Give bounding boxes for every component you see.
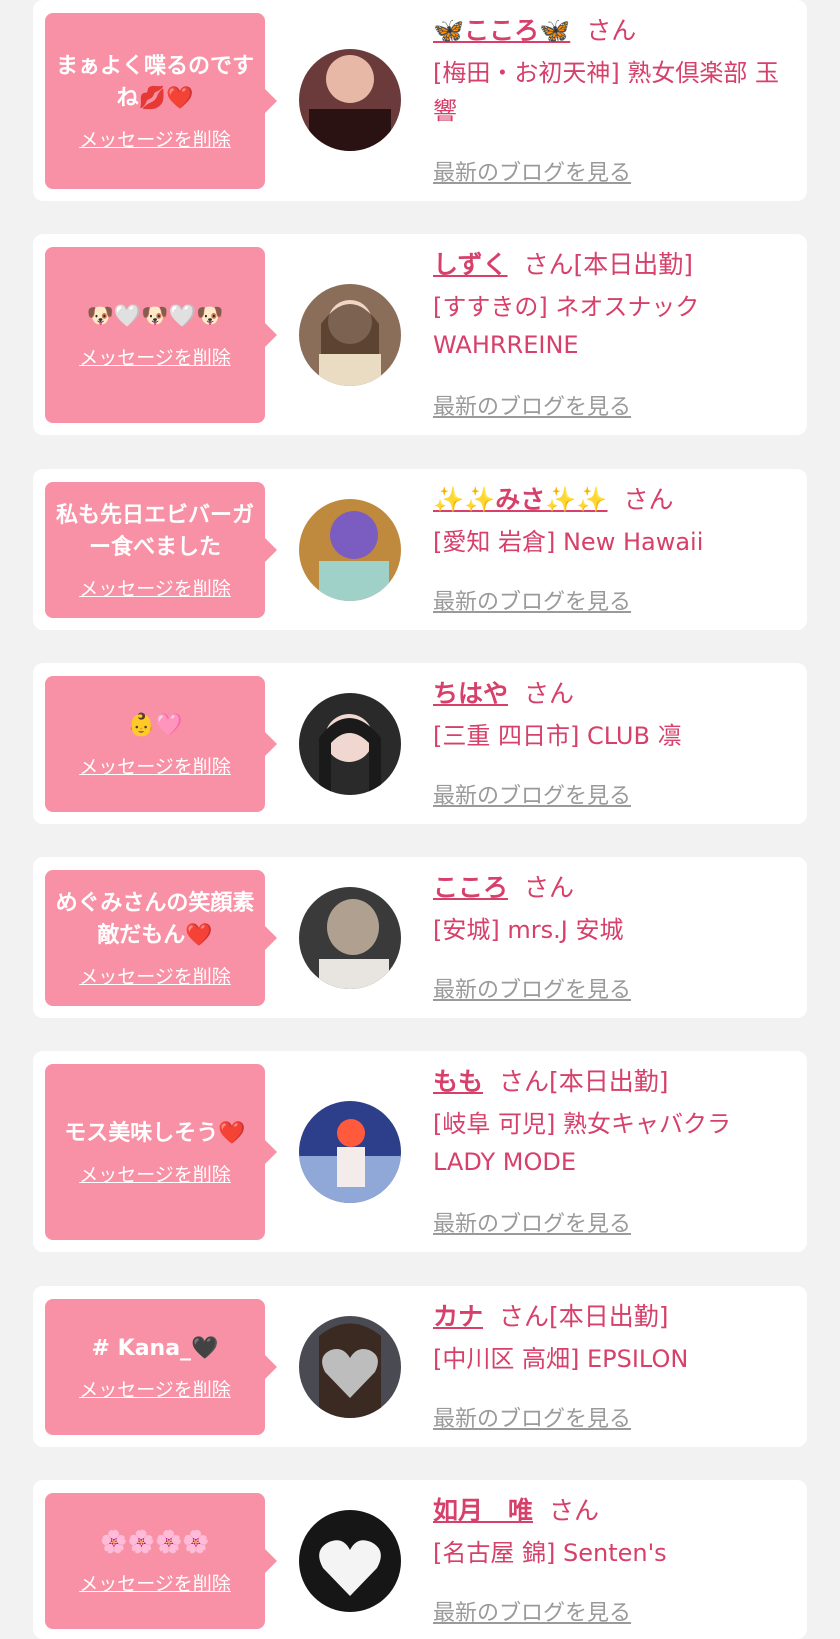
delete-message-link[interactable]: メッセージを削除 bbox=[79, 125, 231, 152]
latest-blog-link[interactable]: 最新のブログを見る bbox=[433, 584, 631, 616]
message-bubble: 🐶🤍🐶🤍🐶 メッセージを削除 bbox=[45, 247, 277, 423]
honorific: さん bbox=[549, 1496, 600, 1525]
shop-info: [名古屋 錦] Senten's bbox=[433, 1539, 667, 1567]
message-bubble: まぁよく喋るのですね💋❤️ メッセージを削除 bbox=[45, 13, 277, 189]
honorific: さん bbox=[524, 679, 575, 708]
shop-info: [中川区 高畑] EPSILON bbox=[433, 1345, 689, 1373]
message-text: まぁよく喋るのですね💋❤️ bbox=[55, 53, 254, 111]
status-badge: [本日出勤] bbox=[549, 1067, 669, 1096]
shop-info: [すすきの] ネオスナック WAHRREINE bbox=[433, 293, 700, 359]
message-card: # Kana_🖤 メッセージを削除 カナ さん[本日出勤] [中川区 高畑] EP… bbox=[33, 1286, 807, 1447]
message-bubble: モス美味しそう❤️ メッセージを削除 bbox=[45, 1064, 277, 1240]
shop-info: [愛知 岩倉] New Hawaii bbox=[433, 528, 704, 556]
message-bubble: 私も先日エビバーガー食べました メッセージを削除 bbox=[45, 482, 277, 618]
avatar[interactable] bbox=[299, 1316, 401, 1418]
message-bubble: 🌸🌸🌸🌸 メッセージを削除 bbox=[45, 1493, 277, 1629]
message-text: 🌸🌸🌸🌸 bbox=[100, 1529, 210, 1555]
user-name-link[interactable]: ✨✨みさ✨✨ bbox=[433, 485, 608, 514]
avatar[interactable] bbox=[299, 499, 401, 601]
latest-blog-link[interactable]: 最新のブログを見る bbox=[433, 155, 631, 187]
avatar[interactable] bbox=[299, 1510, 401, 1612]
avatar[interactable] bbox=[299, 284, 401, 386]
user-name-link[interactable]: ちはや bbox=[433, 679, 508, 708]
honorific: さん bbox=[523, 250, 574, 279]
delete-message-link[interactable]: メッセージを削除 bbox=[79, 962, 231, 989]
status-badge: [本日出勤] bbox=[573, 250, 694, 279]
message-bubble: # Kana_🖤 メッセージを削除 bbox=[45, 1299, 277, 1435]
latest-blog-link[interactable]: 最新のブログを見る bbox=[433, 972, 631, 1004]
message-card: 私も先日エビバーガー食べました メッセージを削除 ✨✨みさ✨✨ さん [愛知 岩倉… bbox=[33, 469, 807, 630]
status-badge: [本日出勤] bbox=[549, 1302, 669, 1331]
delete-message-link[interactable]: メッセージを削除 bbox=[79, 752, 231, 779]
message-bubble: 👶🩷 メッセージを削除 bbox=[45, 676, 277, 812]
honorific: さん bbox=[586, 16, 637, 45]
honorific: さん bbox=[623, 485, 674, 514]
avatar[interactable] bbox=[299, 49, 401, 151]
latest-blog-link[interactable]: 最新のブログを見る bbox=[433, 778, 631, 810]
delete-message-link[interactable]: メッセージを削除 bbox=[79, 1375, 231, 1402]
message-card: 🐶🤍🐶🤍🐶 メッセージを削除 しずく さん[本日出勤] [すすきの] ネオスナック… bbox=[33, 234, 807, 435]
message-card: 🌸🌸🌸🌸 メッセージを削除 如月 唯さん [名古屋 錦] Senten's 最新… bbox=[33, 1480, 807, 1639]
latest-blog-link[interactable]: 最新のブログを見る bbox=[433, 1206, 631, 1238]
delete-message-link[interactable]: メッセージを削除 bbox=[79, 1569, 231, 1596]
user-name-link[interactable]: こころ bbox=[433, 873, 508, 902]
message-text: 👶🩷 bbox=[127, 712, 183, 738]
user-name-link[interactable]: しずく bbox=[433, 250, 508, 279]
delete-message-link[interactable]: メッセージを削除 bbox=[79, 574, 231, 601]
message-text: 🐶🤍🐶🤍🐶 bbox=[86, 303, 224, 329]
honorific: さん bbox=[499, 1067, 550, 1096]
avatar[interactable] bbox=[299, 693, 401, 795]
delete-message-link[interactable]: メッセージを削除 bbox=[79, 343, 231, 370]
message-list: まぁよく喋るのですね💋❤️ メッセージを削除 🦋こころ🦋 さん [梅田・お初天神]… bbox=[0, 0, 840, 1639]
message-text: 私も先日エビバーガー食べました bbox=[55, 502, 254, 560]
user-name-link[interactable]: もも bbox=[433, 1067, 483, 1096]
message-card: めぐみさんの笑顔素敵だもん❤️ メッセージを削除 こころ さん [安城] mrs.… bbox=[33, 857, 807, 1018]
shop-info: [三重 四日市] CLUB 凛 bbox=[433, 722, 682, 750]
message-card: モス美味しそう❤️ メッセージを削除 もも さん[本日出勤] [岐阜 可児] 熟女… bbox=[33, 1051, 807, 1252]
honorific: さん bbox=[524, 873, 575, 902]
message-text: モス美味しそう❤️ bbox=[64, 1120, 246, 1146]
shop-info: [安城] mrs.J 安城 bbox=[433, 916, 624, 944]
message-card: 👶🩷 メッセージを削除 ちはや さん [三重 四日市] CLUB 凛 最新のブログ… bbox=[33, 663, 807, 824]
latest-blog-link[interactable]: 最新のブログを見る bbox=[433, 1595, 631, 1627]
message-text: # Kana_🖤 bbox=[91, 1335, 219, 1361]
latest-blog-link[interactable]: 最新のブログを見る bbox=[433, 389, 631, 421]
honorific: さん bbox=[499, 1302, 550, 1331]
shop-info: [梅田・お初天神] 熟女倶楽部 玉響 bbox=[433, 59, 779, 125]
user-name-link[interactable]: 🦋こころ🦋 bbox=[433, 16, 570, 45]
avatar[interactable] bbox=[299, 887, 401, 989]
avatar[interactable] bbox=[299, 1101, 401, 1203]
message-text: めぐみさんの笑顔素敵だもん❤️ bbox=[55, 890, 255, 948]
user-name-link[interactable]: カナ bbox=[433, 1302, 483, 1331]
delete-message-link[interactable]: メッセージを削除 bbox=[79, 1160, 231, 1187]
message-bubble: めぐみさんの笑顔素敵だもん❤️ メッセージを削除 bbox=[45, 870, 277, 1006]
message-card: まぁよく喋るのですね💋❤️ メッセージを削除 🦋こころ🦋 さん [梅田・お初天神]… bbox=[33, 0, 807, 201]
user-name-link[interactable]: 如月 唯 bbox=[433, 1496, 533, 1525]
latest-blog-link[interactable]: 最新のブログを見る bbox=[433, 1401, 631, 1433]
shop-info: [岐阜 可児] 熟女キャバクラ LADY MODE bbox=[433, 1110, 731, 1176]
